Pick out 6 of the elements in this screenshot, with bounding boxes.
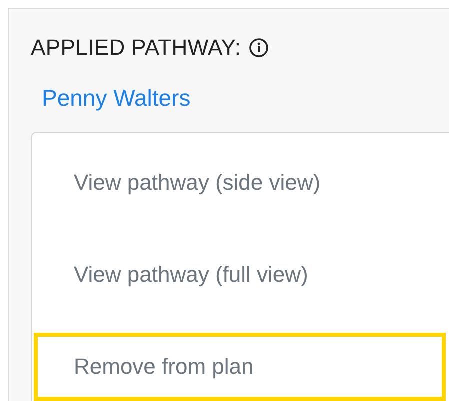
menu-item[interactable]: Remove from plan xyxy=(34,333,446,401)
owner-link[interactable]: Penny Walters xyxy=(42,85,191,112)
info-icon[interactable] xyxy=(249,38,270,58)
menu-item[interactable]: View pathway (side view) xyxy=(34,149,446,217)
section-heading: APPLIED PATHWAY: xyxy=(31,35,242,61)
menu-item[interactable]: View pathway (full view) xyxy=(34,241,446,309)
